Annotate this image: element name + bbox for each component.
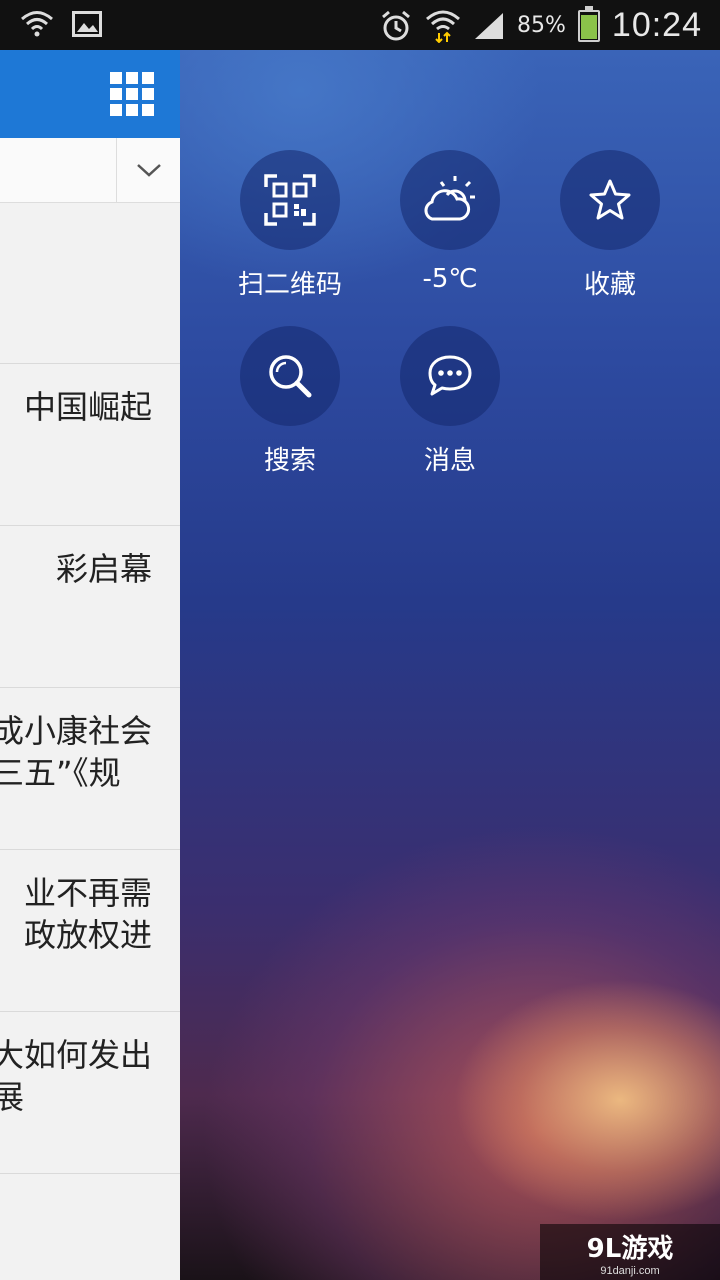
signal-icon <box>475 12 503 39</box>
news-list: 中国崛起 彩启幕 成小康社会 三五”《规 业不再需 政放权进 大如何发出 展 <box>0 202 180 1174</box>
wifi-question-icon <box>21 11 53 37</box>
expand-categories-button[interactable] <box>116 138 180 202</box>
alarm-icon <box>382 10 410 40</box>
news-title: 大如何发出 展 <box>0 1036 152 1116</box>
status-bar: 85% 10:24 <box>0 0 720 50</box>
search-tile[interactable]: 搜索 <box>210 326 370 477</box>
messages-button[interactable] <box>400 326 500 426</box>
watermark-logo-text: 9L游戏 <box>586 1234 674 1264</box>
favorites-button[interactable] <box>560 150 660 250</box>
battery-percent: 85% <box>517 13 566 38</box>
search-button[interactable] <box>240 326 340 426</box>
weather-cloud-sun-icon <box>424 176 475 221</box>
news-title: 彩启幕 <box>55 550 152 588</box>
news-item[interactable]: 大如何发出 展 <box>0 1012 180 1174</box>
news-title: 中国崛起 <box>23 388 152 426</box>
message-icon <box>428 355 472 396</box>
news-title: 成小康社会 三五”《规 <box>0 712 152 792</box>
scan-qr-tile[interactable]: 扫二维码 <box>210 150 370 301</box>
battery-icon <box>577 5 600 42</box>
image-icon <box>72 11 102 37</box>
search-label: 搜索 <box>263 446 316 476</box>
news-panel: 中国崛起 彩启幕 成小康社会 三五”《规 业不再需 政放权进 大如何发出 展 <box>0 50 180 1280</box>
qr-code-icon <box>264 174 316 226</box>
news-item[interactable]: 中国崛起 <box>0 364 180 526</box>
news-item[interactable]: 彩启幕 <box>0 526 180 688</box>
favorites-label: 收藏 <box>583 270 636 300</box>
chevron-down-icon <box>137 164 161 177</box>
battery-fill <box>580 14 597 39</box>
wifi-icon <box>426 10 460 43</box>
favorites-tile[interactable]: 收藏 <box>530 150 690 301</box>
weather-button[interactable] <box>400 150 500 250</box>
scan-qr-label: 扫二维码 <box>237 270 342 300</box>
news-item[interactable]: 业不再需 政放权进 <box>0 850 180 1012</box>
clock-time: 10:24 <box>611 6 702 44</box>
weather-tile[interactable]: -5℃ <box>370 150 530 294</box>
news-item[interactable]: 成小康社会 三五”《规 <box>0 688 180 850</box>
news-topbar <box>0 50 180 138</box>
scan-qr-button[interactable] <box>240 150 340 250</box>
search-icon <box>269 355 312 398</box>
watermark: 9L游戏 91danji.com <box>540 1224 720 1280</box>
watermark-url: 91danji.com <box>600 1265 660 1277</box>
temperature-label: -5℃ <box>422 264 478 294</box>
news-title: 业不再需 政放权进 <box>23 874 152 954</box>
star-icon <box>589 179 631 220</box>
category-filter-bar[interactable] <box>0 138 180 203</box>
messages-label: 消息 <box>423 446 476 476</box>
apps-grid-icon[interactable] <box>110 72 154 116</box>
side-drawer: 扫二维码 -5℃ 收藏 搜索 消息 9L游戏 91danji.com <box>180 50 720 1280</box>
news-item[interactable] <box>0 202 180 364</box>
messages-tile[interactable]: 消息 <box>370 326 530 477</box>
